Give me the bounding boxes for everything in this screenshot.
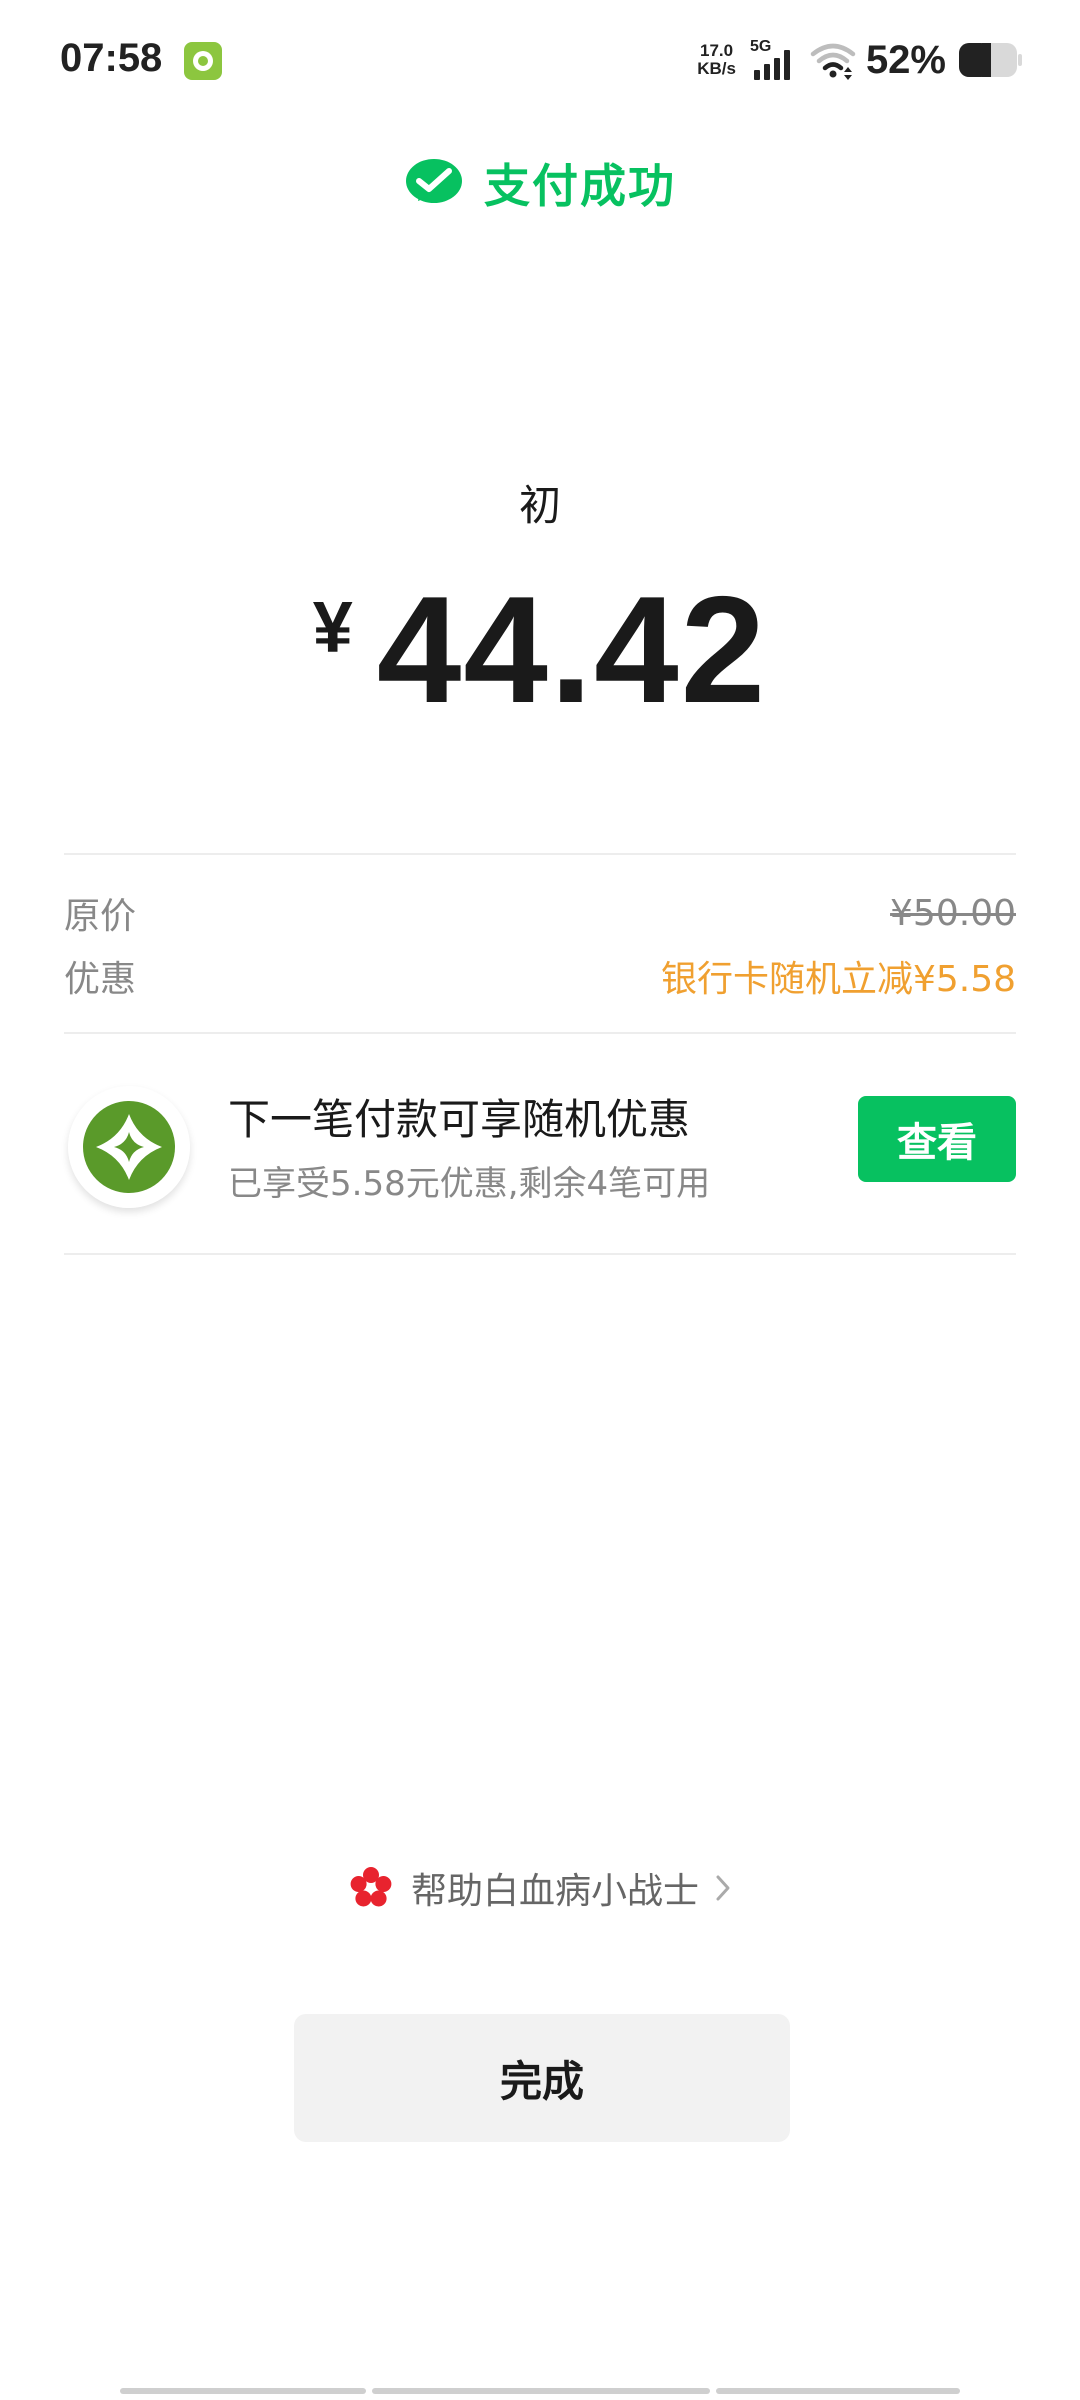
gesture-navigation-bar[interactable] (120, 2388, 960, 2394)
flower-icon (350, 1867, 392, 1907)
battery-icon (959, 43, 1022, 77)
original-price-row: 原价 ¥50.00 (64, 885, 1016, 941)
original-price-value: ¥50.00 (890, 892, 1016, 934)
promo-title: 下一笔付款可享随机优惠 (228, 1095, 691, 1144)
divider (64, 1253, 1016, 1255)
promo-card[interactable]: 下一笔付款可享随机优惠 已享受5.58元优惠,剩余4笔可用 查看 (64, 1050, 1016, 1230)
divider (64, 853, 1016, 855)
divider (64, 1032, 1016, 1034)
discount-label: 优惠 (64, 959, 137, 1000)
original-price-label: 原价 (64, 896, 137, 937)
gesture-bar-segment (716, 2388, 960, 2394)
amount-value: 44.42 (376, 565, 768, 735)
promo-logo-icon (68, 1086, 190, 1208)
gesture-bar-segment (120, 2388, 366, 2394)
gesture-bar-segment (372, 2388, 710, 2394)
view-button[interactable]: 查看 (858, 1096, 1016, 1182)
signal-bars-icon (753, 50, 790, 80)
status-indicators: 17.0 KB/s 5G 52% (697, 34, 1022, 86)
merchant-name: 初 (518, 481, 561, 530)
promo-subtitle: 已享受5.58元优惠,剩余4笔可用 (228, 1164, 711, 1204)
payment-header: 支付成功 (0, 150, 1080, 216)
cellular-signal: 5G (750, 38, 798, 82)
wifi-icon (810, 43, 856, 80)
app-notification-icon (184, 42, 222, 80)
network-speed-unit: KB/s (697, 59, 736, 78)
done-button[interactable]: 完成 (294, 2014, 790, 2142)
page-title: 支付成功 (484, 159, 676, 213)
chevron-right-icon (716, 1875, 730, 1901)
charity-link[interactable]: 帮助白血病小战士 (0, 1862, 1080, 1914)
payment-amount: ¥ 44.42 (0, 565, 1080, 735)
status-bar: 07:58 17.0 KB/s 5G 52% (0, 0, 1080, 120)
wechat-pay-icon (406, 159, 462, 203)
charity-text: 帮助白血病小战士 (410, 1871, 699, 1912)
network-speed-value: 17.0 (700, 41, 734, 60)
battery-percent: 52% (865, 37, 946, 82)
discount-row: 优惠 银行卡随机立减¥5.58 (64, 948, 1016, 1004)
network-speed: 17.0 KB/s (697, 42, 736, 78)
discount-value: 银行卡随机立减¥5.58 (660, 959, 1016, 1000)
currency-symbol: ¥ (312, 588, 353, 668)
status-time: 07:58 (60, 36, 163, 80)
